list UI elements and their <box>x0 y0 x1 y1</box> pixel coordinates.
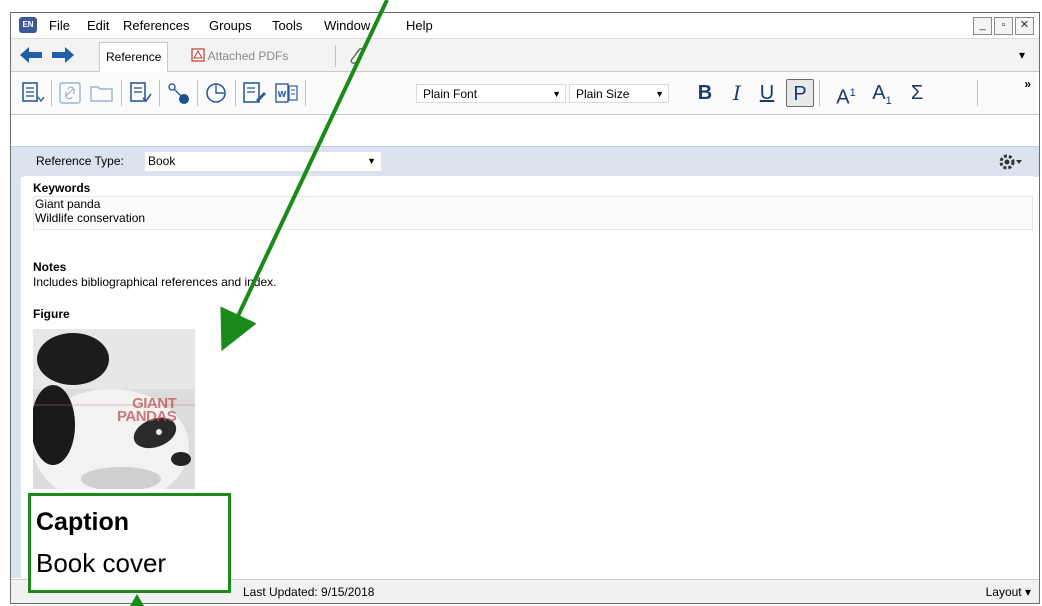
font-select-value: Plain Font <box>423 87 478 101</box>
editor-toolbar: W Plain Font ▼ Plain Size ▼ B I U P A1 A… <box>11 72 1039 115</box>
keywords-label: Keywords <box>33 181 91 195</box>
subscript-letter: A <box>872 82 886 104</box>
figure-label: Figure <box>33 307 70 321</box>
toolbar-separator <box>51 80 52 106</box>
paperclip-icon[interactable] <box>346 45 368 67</box>
subscript-digit: 1 <box>885 95 892 107</box>
reference-type-value: Book <box>148 154 176 168</box>
menu-edit[interactable]: Edit <box>87 18 109 33</box>
layout-label: Layout <box>985 585 1022 599</box>
toolbar-separator <box>197 80 198 106</box>
superscript-button[interactable]: A1 <box>829 79 863 109</box>
toolbar-separator <box>235 80 236 106</box>
find-connect-icon[interactable] <box>165 80 191 106</box>
reference-type-bar: Reference Type: Book ▼ <box>11 146 1039 177</box>
close-icon[interactable]: ✕ <box>1015 17 1034 35</box>
last-updated-text: Last Updated: 9/15/2018 <box>243 585 375 599</box>
online-search-icon[interactable] <box>203 80 229 106</box>
layout-button[interactable]: Layout ▾ <box>986 585 1031 599</box>
menu-references[interactable]: References <box>123 18 189 33</box>
menu-tools[interactable]: Tools <box>272 18 302 33</box>
back-arrow-icon[interactable] <box>19 46 43 64</box>
tab-reference-label: Reference <box>106 50 162 64</box>
menu-window[interactable]: Window <box>324 18 370 33</box>
reference-type-select[interactable]: Book ▼ <box>145 152 381 171</box>
toolbar-overflow-icon[interactable]: » <box>1024 77 1031 91</box>
italic-button[interactable]: I <box>723 79 751 107</box>
menu-groups[interactable]: Groups <box>209 18 252 33</box>
notes-label: Notes <box>33 260 67 274</box>
word-document-icon[interactable]: W <box>273 80 299 106</box>
open-link-icon[interactable] <box>57 80 83 106</box>
chevron-down-icon: ▾ <box>1024 585 1031 599</box>
plain-text-button[interactable]: P <box>786 79 814 107</box>
forward-arrow-icon[interactable] <box>51 46 75 64</box>
subscript-button[interactable]: A1 <box>865 79 899 107</box>
left-border-strip <box>11 176 21 578</box>
endnote-logo-icon: EN <box>19 17 37 33</box>
toolbar-separator <box>121 80 122 106</box>
size-select[interactable]: Plain Size ▼ <box>569 84 669 103</box>
keyword-item: Wildlife conservation <box>35 211 146 225</box>
minimize-icon[interactable]: _ <box>973 17 992 35</box>
svg-text:W: W <box>278 90 287 99</box>
toolbar-separator <box>305 80 306 106</box>
caption-callout-title: Caption <box>36 508 130 536</box>
tab-reference[interactable]: Reference <box>99 42 169 72</box>
edit-reference-icon[interactable] <box>241 80 267 106</box>
figure-image[interactable]: GIANT PANDAS <box>33 329 195 489</box>
menu-help[interactable]: Help <box>406 18 433 33</box>
size-select-value: Plain Size <box>576 87 630 101</box>
reference-tabs-bar: Reference Attached PDFs ▾ <box>11 39 1039 72</box>
superscript-letter: A <box>836 86 850 109</box>
pdf-icon <box>191 48 205 62</box>
keyword-item: Giant panda <box>35 197 101 211</box>
toolbar-separator <box>819 80 820 106</box>
cover-title-text: GIANT PANDAS <box>117 395 177 425</box>
tab-attached-pdfs-label: Attached PDFs <box>207 49 289 63</box>
toolbar-separator <box>977 80 978 106</box>
symbol-button[interactable]: Σ <box>903 79 931 107</box>
restore-icon[interactable]: ▫ <box>994 17 1013 35</box>
chevron-down-icon: ▼ <box>367 156 376 166</box>
open-folder-icon[interactable] <box>89 80 115 106</box>
format-bibliography-icon[interactable] <box>127 80 153 106</box>
toolbar-separator <box>159 80 160 106</box>
reference-type-label: Reference Type: <box>36 154 124 168</box>
bold-button[interactable]: B <box>691 79 719 107</box>
menu-bar: EN File Edit References Groups Tools Win… <box>11 13 1039 39</box>
gear-icon[interactable] <box>997 151 1023 173</box>
keywords-field[interactable]: Giant panda Wildlife conservation <box>33 196 1033 230</box>
tab-attached-pdfs[interactable]: Attached PDFs <box>185 42 294 70</box>
underline-button[interactable]: U <box>753 79 781 107</box>
menu-file[interactable]: File <box>49 18 70 33</box>
insert-citation-icon[interactable] <box>19 80 45 106</box>
caption-callout-value: Book cover <box>36 548 167 578</box>
tab-divider <box>335 45 336 67</box>
notes-field[interactable]: Includes bibliographical references and … <box>33 275 277 289</box>
font-select[interactable]: Plain Font ▼ <box>416 84 566 103</box>
chevron-down-icon: ▼ <box>655 89 664 99</box>
tabs-menu-icon[interactable]: ▾ <box>1019 48 1025 62</box>
caption-callout-box: Caption Book cover <box>28 493 231 593</box>
chevron-down-icon: ▼ <box>552 89 561 99</box>
superscript-digit: 1 <box>849 87 856 99</box>
